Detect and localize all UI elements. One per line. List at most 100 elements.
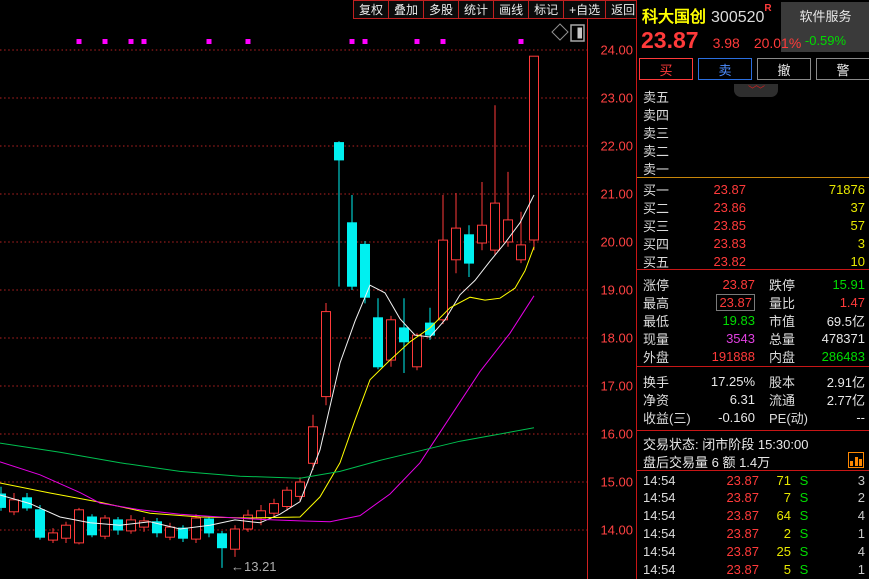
trade-count: 1 [817,562,869,577]
trade-volume: 7 [759,490,791,505]
trade-price: 23.87 [687,544,759,559]
stat-value: 15.91 [817,277,869,292]
stat-value: 23.87 [699,277,755,292]
svg-text:19.00: 19.00 [600,283,633,298]
stat-label: PE(动) [769,408,817,427]
order-book-row[interactable]: 买四23.833 [637,234,869,252]
level-price: 23.85 [681,218,746,233]
stock-name: 科大国创 [642,9,706,26]
trade-count: 4 [817,508,869,523]
trade-time: 14:54 [643,562,687,577]
stat-label: 流通 [769,390,817,409]
stat-value: 2.91亿 [817,372,869,391]
price-row: 23.87 3.98 20.01% [641,27,801,54]
ma-slow-magenta [0,296,534,522]
svg-text:21.00: 21.00 [600,187,633,202]
svg-text:23.00: 23.00 [600,91,633,106]
stat-value: 3543 [699,331,755,346]
stat-row: 最低19.83市值69.5亿 [637,311,869,329]
price-change: 3.98 [713,35,740,51]
order-book-row[interactable]: 卖三 [637,123,869,141]
svg-text:24.00: 24.00 [600,43,633,58]
trade-row: 14:5423.8771S3 [637,471,869,489]
price-axis: 24.0023.0022.0021.0020.0019.0018.0017.00… [588,19,634,579]
order-book-row[interactable]: 卖二 [637,141,869,159]
trade-time: 14:54 [643,508,687,523]
registered-flag: R [764,3,771,14]
diamond-icon[interactable] [552,24,568,40]
quote-panel: 科大国创300520R 软件服务 -0.59% 23.87 3.98 20.01… [636,0,869,579]
trade-price: 23.87 [687,526,759,541]
level-label: 卖二 [643,141,681,160]
order-book-row[interactable]: 卖一 [637,159,869,177]
level-label: 买三 [643,216,681,235]
trade-price: 23.87 [687,562,759,577]
industry-link[interactable]: 软件服务 [781,2,869,29]
stat-label: 市值 [769,311,817,330]
last-price: 23.87 [641,27,699,54]
trade-actions: 买卖撤警 [639,58,869,80]
stat-value: -- [817,410,869,425]
stat-label: 总量 [769,329,817,348]
order-book-row[interactable]: 买三23.8557 [637,216,869,234]
kline-chart[interactable]: 24.0023.0022.0021.0020.0019.0018.0017.00… [0,0,636,579]
stat-value: 69.5亿 [817,311,869,330]
divider [637,430,869,431]
stat-row: 换手17.25%股本2.91亿 [637,372,869,390]
trade-volume: 5 [759,562,791,577]
stat-value: -0.160 [699,410,755,425]
level-label: 卖四 [643,105,681,124]
order-book-row[interactable]: 卖五 [637,87,869,105]
level-volume: 10 [746,254,869,269]
level-price: 23.83 [681,236,746,251]
order-book-row[interactable]: 买五23.8210 [637,252,869,270]
action-button-撤[interactable]: 撤 [757,58,811,80]
order-book-row[interactable]: 买一23.8771876 [637,180,869,198]
afterhours-volume: 盘后交易量 6 额 1.4万 [643,452,770,471]
stat-label: 量比 [769,293,817,312]
action-button-警[interactable]: 警 [816,58,869,80]
svg-text:22.00: 22.00 [600,139,633,154]
panel-toggle-icon[interactable] [571,25,584,41]
level-price: 23.87 [681,182,746,197]
trade-row: 14:5423.877S2 [637,489,869,507]
trade-count: 2 [817,490,869,505]
level-label: 买二 [643,198,681,217]
stat-value: 17.25% [699,374,755,389]
svg-text:14.00: 14.00 [600,523,633,538]
price-change-pct: 20.01% [754,35,801,51]
stat-label: 股本 [769,372,817,391]
afterhours-chart-icon[interactable] [848,452,864,468]
level-label: 卖三 [643,123,681,142]
action-button-卖[interactable]: 卖 [698,58,752,80]
stat-label: 净资 [643,390,699,409]
low-annotation: ←13.21 [231,559,277,574]
stat-label: 跌停 [769,275,817,294]
stat-value: 6.31 [699,392,755,407]
stat-row: 收益(三)-0.160PE(动)-- [637,408,869,426]
stat-label: 最高 [643,293,699,312]
order-book-row[interactable]: 买二23.8637 [637,198,869,216]
trade-side: S [791,562,817,577]
svg-text:20.00: 20.00 [600,235,633,250]
trade-time: 14:54 [643,490,687,505]
trade-count: 1 [817,526,869,541]
trade-volume: 64 [759,508,791,523]
trade-count: 4 [817,544,869,559]
trade-time: 14:54 [643,526,687,541]
order-book-row[interactable]: 卖四 [637,105,869,123]
trade-row: 14:5423.875S1 [637,561,869,579]
divider [637,366,869,367]
stat-label: 最低 [643,311,699,330]
svg-text:15.00: 15.00 [600,475,633,490]
stat-value: 478371 [817,331,869,346]
stat-label: 内盘 [769,347,817,366]
level-volume: 37 [746,200,869,215]
trade-row: 14:5423.8725S4 [637,543,869,561]
stat-row: 现量3543总量478371 [637,329,869,347]
event-markers[interactable] [77,39,524,44]
divider [637,177,869,178]
action-button-买[interactable]: 买 [639,58,693,80]
trade-time: 14:54 [643,473,687,488]
level-price: 23.86 [681,200,746,215]
